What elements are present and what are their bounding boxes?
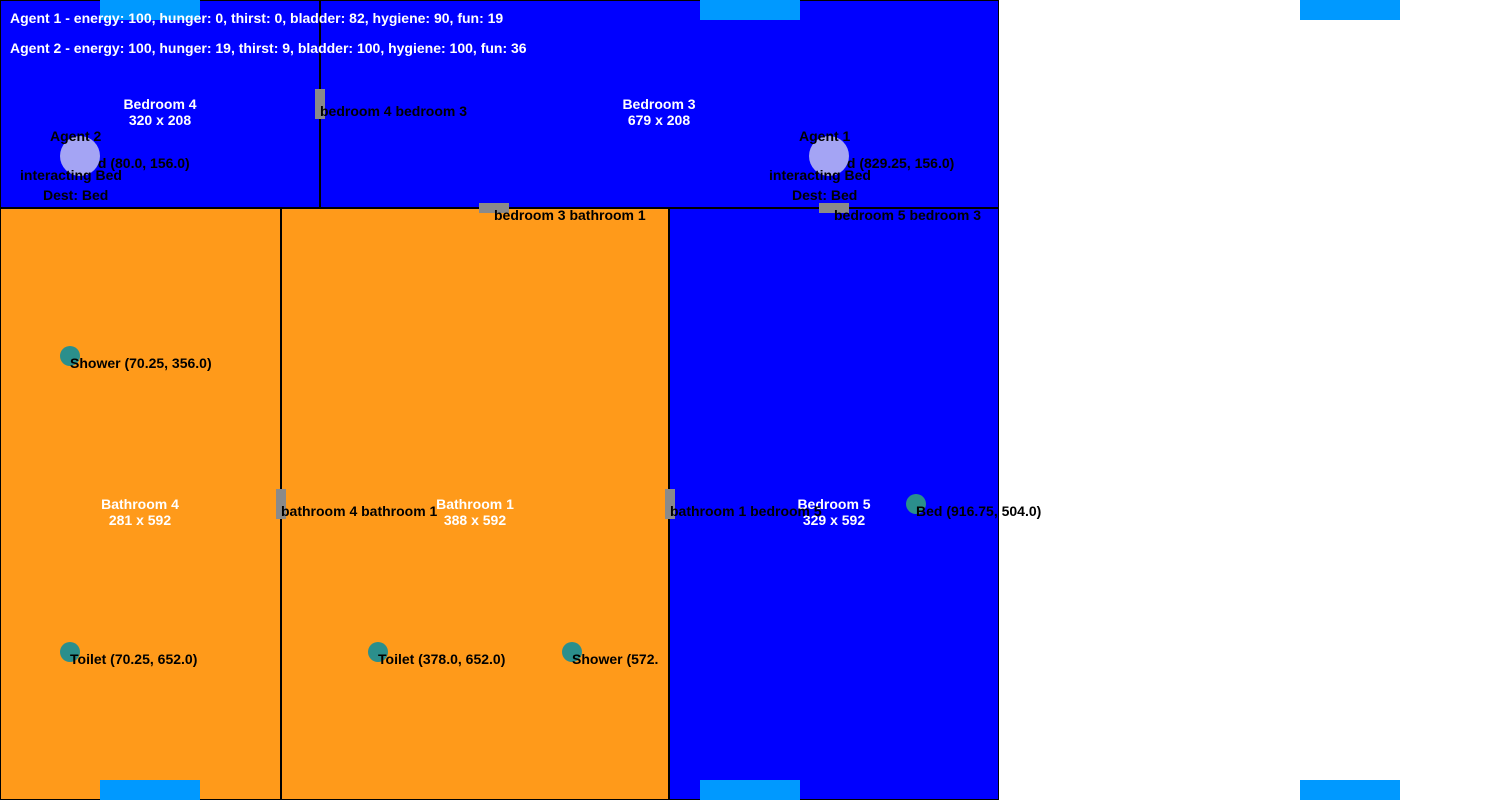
door-label: bathroom 4 bathroom 1 [281, 503, 438, 519]
door-label: bedroom 5 bedroom 3 [834, 207, 982, 223]
window-top-2 [700, 0, 800, 20]
object-label-shower: Shower (572. [572, 651, 659, 667]
room-label-bedroom-4: Bedroom 4 320 x 208 [123, 96, 196, 128]
room-name: Bedroom 3 [622, 96, 696, 112]
agent-2-status: Agent 2 - energy: 100, hunger: 19, thirs… [10, 40, 527, 56]
agent-1-destination: Dest: Bed [792, 187, 858, 203]
window-top-3 [1300, 0, 1400, 20]
window-bottom-2 [700, 780, 800, 800]
agent-2-name: Agent 2 [50, 128, 102, 144]
room-label-bedroom-3: Bedroom 3 679 x 208 [622, 96, 695, 128]
window-bottom-1 [100, 780, 200, 800]
agent-2-destination: Dest: Bed [43, 187, 109, 203]
room-size: 388 x 592 [443, 512, 507, 528]
room-name: Bedroom 4 [123, 96, 197, 112]
agent-2-state: interacting Bed [20, 167, 122, 183]
door-label: bedroom 4 bedroom 3 [320, 103, 468, 119]
room-name: Bathroom 1 [436, 496, 514, 512]
object-label-toilet: Toilet (378.0, 652.0) [378, 651, 506, 667]
room-size: 281 x 592 [108, 512, 172, 528]
agent-1-state: interacting Bed [769, 167, 871, 183]
room-label-bathroom-4: Bathroom 4 281 x 592 [101, 496, 179, 528]
room-size: 320 x 208 [128, 112, 192, 128]
door-label: bedroom 3 bathroom 1 [494, 207, 646, 223]
object-label-shower: Shower (70.25, 356.0) [70, 355, 212, 371]
door-label: bathroom 1 bedroom 5 [670, 503, 822, 519]
agent-1-status: Agent 1 - energy: 100, hunger: 0, thirst… [10, 10, 504, 26]
agent-1-name: Agent 1 [799, 128, 851, 144]
room-name: Bathroom 4 [101, 496, 179, 512]
object-label-bed: Bed (916.75, 504.0) [916, 503, 1042, 519]
room-label-bathroom-1: Bathroom 1 388 x 592 [436, 496, 514, 528]
room-size: 679 x 208 [627, 112, 691, 128]
object-label-toilet: Toilet (70.25, 652.0) [70, 651, 198, 667]
window-bottom-3 [1300, 780, 1400, 800]
